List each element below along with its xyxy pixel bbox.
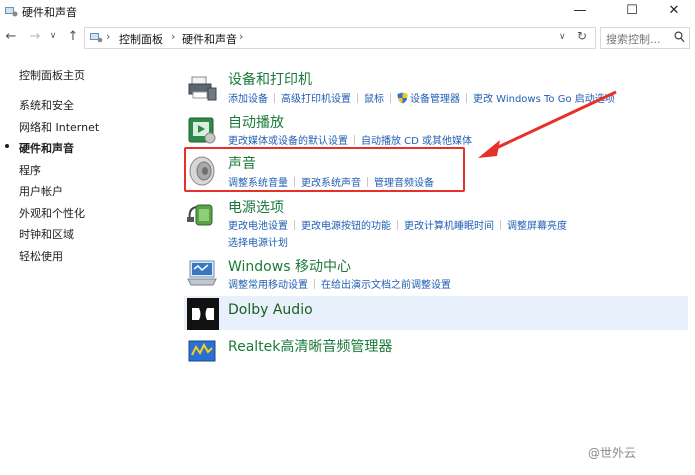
back-icon[interactable]: ← — [2, 29, 20, 44]
dolby-audio-title[interactable]: Dolby Audio — [228, 302, 313, 318]
sidebar-item-ease-of-access[interactable]: 轻松使用 — [19, 248, 63, 264]
choose-power-plan-link[interactable]: 选择电源计划 — [228, 234, 288, 249]
realtek-icon[interactable] — [186, 335, 218, 367]
sidebar-item-home[interactable]: 控制面板主页 — [19, 67, 85, 83]
search-placeholder: 搜索控制... — [606, 33, 661, 46]
address-dropdown-icon[interactable]: ∨ — [559, 32, 566, 42]
device-manager-link[interactable]: 设备管理器 — [410, 90, 460, 105]
add-device-link[interactable]: 添加设备 — [228, 90, 268, 105]
mobility-center-icon[interactable] — [186, 257, 218, 289]
annotation-arrow-icon — [478, 90, 617, 158]
power-options-title[interactable]: 电源选项 — [228, 197, 284, 217]
mobility-links: 调整常用移动设置 在给出演示文档之前调整设置 — [228, 276, 451, 291]
close-button[interactable]: ✕ — [651, 0, 695, 22]
power-button-link[interactable]: 更改电源按钮的功能 — [301, 217, 391, 232]
sidebar-item-user-accounts[interactable]: 用户帐户 — [19, 183, 63, 199]
mouse-link[interactable]: 鼠标 — [364, 90, 384, 105]
watermark-text: @世外云 — [588, 446, 637, 460]
printer-icon[interactable] — [186, 72, 218, 104]
window-title: 硬件和声音 — [22, 6, 77, 19]
address-field[interactable]: › 控制面板 › 硬件和声音 › ∨ ↻ — [84, 27, 596, 49]
power-links: 更改电池设置 更改电源按钮的功能 更改计算机睡眠时间 调整屏幕亮度 — [228, 217, 567, 232]
realtek-title[interactable]: Realtek高清晰音频管理器 — [228, 336, 392, 356]
presentation-settings-link[interactable]: 在给出演示文档之前调整设置 — [321, 276, 451, 291]
screen-brightness-link[interactable]: 调整屏幕亮度 — [507, 217, 567, 232]
control-panel-icon — [5, 7, 18, 17]
autoplay-cd-link[interactable]: 自动播放 CD 或其他媒体 — [361, 132, 472, 147]
shield-icon — [397, 92, 408, 104]
sidebar-item-appearance[interactable]: 外观和个性化 — [19, 205, 85, 221]
breadcrumb-control-panel[interactable]: 控制面板 — [119, 31, 163, 47]
minimize-button[interactable]: — — [557, 0, 603, 22]
breadcrumb-hardware-sound[interactable]: 硬件和声音 — [182, 31, 237, 47]
devices-printers-title[interactable]: 设备和打印机 — [228, 69, 312, 89]
maximize-button[interactable]: ☐ — [609, 0, 655, 22]
advanced-printer-link[interactable]: 高级打印机设置 — [281, 90, 351, 105]
change-media-defaults-link[interactable]: 更改媒体或设备的默认设置 — [228, 132, 348, 147]
mobility-settings-link[interactable]: 调整常用移动设置 — [228, 276, 308, 291]
search-icon — [674, 31, 685, 43]
breadcrumb-chevron-icon[interactable]: › — [239, 30, 243, 43]
up-icon[interactable]: ↑ — [64, 29, 82, 44]
search-input[interactable]: 搜索控制... — [600, 27, 690, 49]
sound-highlight-box — [184, 147, 465, 192]
autoplay-icon[interactable] — [186, 114, 218, 146]
power-options-icon[interactable] — [186, 197, 218, 229]
control-panel-small-icon — [90, 33, 103, 43]
dolby-icon — [187, 298, 219, 330]
autoplay-links: 更改媒体或设备的默认设置 自动播放 CD 或其他媒体 — [228, 132, 472, 147]
sidebar-item-hardware-sound[interactable]: 硬件和声音 — [19, 140, 74, 156]
refresh-icon[interactable]: ↻ — [577, 29, 587, 43]
sleep-time-link[interactable]: 更改计算机睡眠时间 — [404, 217, 494, 232]
sidebar-item-programs[interactable]: 程序 — [19, 162, 41, 178]
power-links-row2: 选择电源计划 — [228, 234, 288, 249]
sidebar-item-clock-region[interactable]: 时钟和区域 — [19, 226, 74, 242]
sidebar-item-network[interactable]: 网络和 Internet — [19, 119, 99, 135]
title-bar: 硬件和声音 — ☐ ✕ — [0, 0, 695, 22]
active-bullet-icon — [5, 144, 9, 148]
address-row: ← → ∨ ↑ › 控制面板 › 硬件和声音 › ∨ ↻ 搜索控制... — [0, 26, 695, 50]
forward-icon[interactable]: → — [26, 29, 44, 44]
mobility-center-title[interactable]: Windows 移动中心 — [228, 256, 351, 276]
breadcrumb-chevron-icon[interactable]: › — [106, 30, 110, 43]
breadcrumb-chevron-icon[interactable]: › — [171, 30, 175, 43]
battery-settings-link[interactable]: 更改电池设置 — [228, 217, 288, 232]
autoplay-title[interactable]: 自动播放 — [228, 112, 284, 132]
sidebar-item-security[interactable]: 系统和安全 — [19, 97, 74, 113]
recent-chevron-icon[interactable]: ∨ — [44, 31, 62, 41]
